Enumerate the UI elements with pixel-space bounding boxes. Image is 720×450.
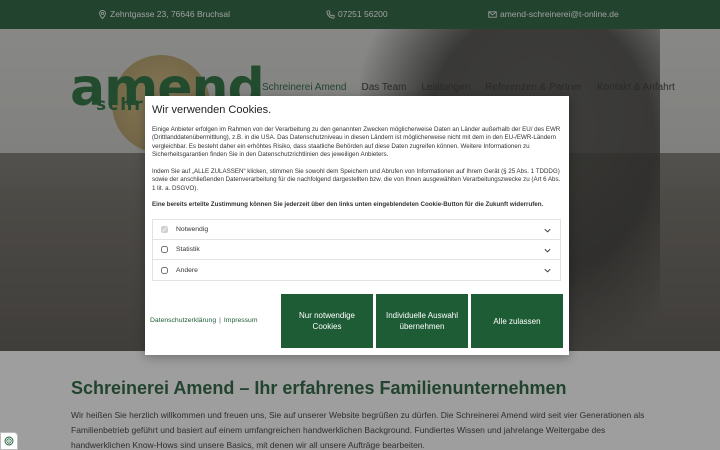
category-label: Notwendig <box>176 226 209 233</box>
privacy-policy-link[interactable]: Datenschutzerklärung <box>150 317 216 324</box>
accept-selection-button[interactable]: Individuelle Auswahl übernehmen <box>376 294 468 348</box>
cookie-category-list: Notwendig Statistik Andere <box>152 219 561 281</box>
accept-necessary-button[interactable]: Nur notwendige Cookies <box>281 294 373 348</box>
legal-links: Datenschutzerklärung | Impressum <box>150 317 258 324</box>
category-label: Statistik <box>176 246 200 253</box>
cookie-settings-button[interactable] <box>0 432 18 450</box>
chevron-down-icon[interactable] <box>543 266 552 275</box>
category-label: Andere <box>176 266 198 274</box>
cookie-revoke-note: Eine bereits erteilte Zustimmung können … <box>152 201 544 208</box>
cookie-consent-dialog: Wir verwenden Cookies. Einige Anbieter e… <box>145 96 569 355</box>
cookie-info-paragraph: Einige Anbieter erfolgen im Rahmen von d… <box>152 126 561 159</box>
cookie-dialog-title: Wir verwenden Cookies. <box>152 104 272 116</box>
imprint-link[interactable]: Impressum <box>224 317 258 324</box>
chevron-down-icon[interactable] <box>543 226 552 235</box>
link-separator: | <box>219 317 221 324</box>
cookie-category-andere[interactable]: Andere <box>153 260 560 280</box>
accept-all-button[interactable]: Alle zulassen <box>471 294 563 348</box>
andere-checkbox[interactable] <box>161 266 168 274</box>
fingerprint-icon <box>4 436 14 446</box>
notwendig-checkbox <box>161 226 168 233</box>
cookie-category-statistik[interactable]: Statistik <box>153 240 560 260</box>
chevron-down-icon[interactable] <box>543 246 552 255</box>
cookie-consent-paragraph: Indem Sie auf „ALLE ZULASSEN“ klicken, s… <box>152 168 561 192</box>
statistik-checkbox[interactable] <box>161 246 168 253</box>
cookie-category-notwendig[interactable]: Notwendig <box>153 220 560 240</box>
